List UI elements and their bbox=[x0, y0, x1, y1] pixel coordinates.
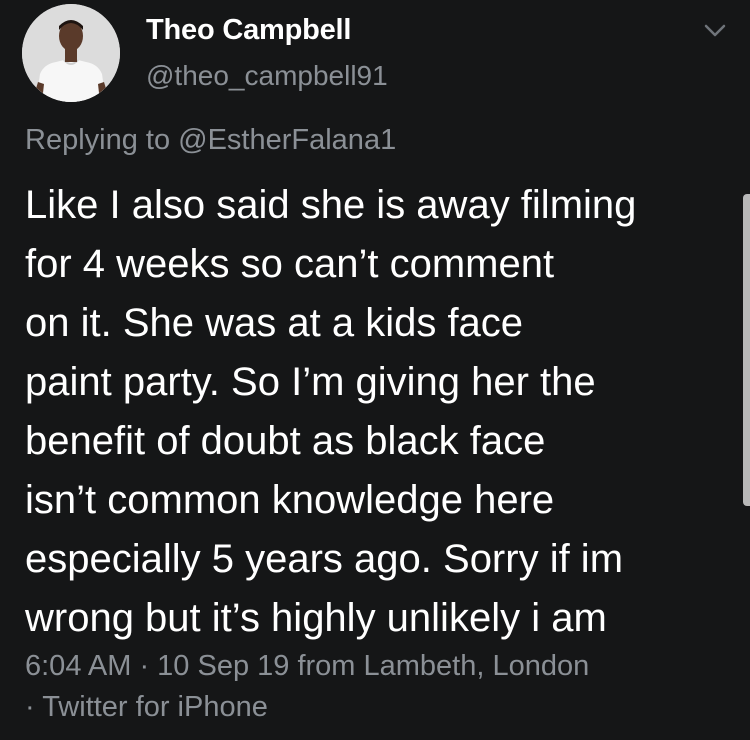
user-handle[interactable]: @theo_campbell91 bbox=[146, 60, 388, 92]
scrollbar[interactable] bbox=[743, 194, 750, 506]
avatar[interactable] bbox=[22, 4, 120, 102]
tweet-text-line: benefit of doubt as black face bbox=[25, 419, 546, 463]
tweet-text: Like I also said she is away filming for… bbox=[25, 176, 730, 648]
tweet-text-line: isn’t common knowledge here bbox=[25, 478, 555, 522]
tweet-text-line: for 4 weeks so can’t comment bbox=[25, 242, 555, 286]
tweet-metadata: 6:04 AM · 10 Sep 19 from Lambeth, London… bbox=[25, 646, 589, 728]
avatar-photo bbox=[22, 4, 120, 102]
tweet-text-line: on it. She was at a kids face bbox=[25, 301, 524, 345]
display-name[interactable]: Theo Campbell bbox=[146, 14, 351, 47]
replying-to[interactable]: Replying to @EstherFalana1 bbox=[25, 124, 396, 157]
tweet-detail: Theo Campbell @theo_campbell91 Replying … bbox=[0, 0, 750, 740]
timestamp-location[interactable]: 6:04 AM · 10 Sep 19 from Lambeth, London bbox=[25, 646, 589, 687]
chevron-down-icon-glyph bbox=[704, 24, 726, 37]
chevron-down-icon[interactable] bbox=[700, 18, 730, 44]
tweet-source[interactable]: · Twitter for iPhone bbox=[25, 687, 589, 728]
tweet-text-line: Like I also said she is away filming bbox=[25, 183, 637, 227]
tweet-text-line: wrong but it’s highly unlikely i am bbox=[25, 596, 607, 640]
tweet-text-line: especially 5 years ago. Sorry if im bbox=[25, 537, 624, 581]
tweet-text-line: paint party. So I’m giving her the bbox=[25, 360, 596, 404]
